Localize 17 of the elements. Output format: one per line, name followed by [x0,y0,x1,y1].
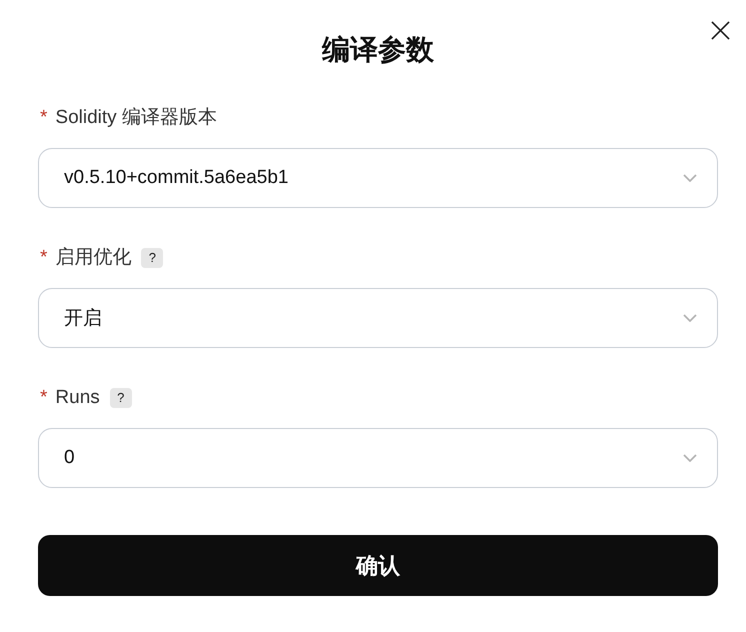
required-mark: * [40,246,48,270]
required-mark: * [40,106,48,130]
help-icon[interactable]: ? [141,248,164,268]
field-label: Runs [55,386,100,410]
chevron-icon [683,454,697,462]
select-field[interactable]: 0 [38,428,718,488]
confirm-button[interactable]: 确认 [38,535,718,596]
help-icon[interactable]: ? [110,388,132,408]
chevron-icon [683,314,697,322]
select-field[interactable]: 开启 [38,288,718,348]
field-label: 启用优化 [55,246,132,270]
field-label: Solidity 编译器版本 [55,106,217,130]
close-icon[interactable] [711,21,730,40]
required-mark: * [40,386,48,410]
dialog-title: 编译参数 [320,33,435,67]
select-field[interactable]: v0.5.10+commit.5a6ea5b1 [38,148,718,208]
chevron-icon [683,174,697,182]
